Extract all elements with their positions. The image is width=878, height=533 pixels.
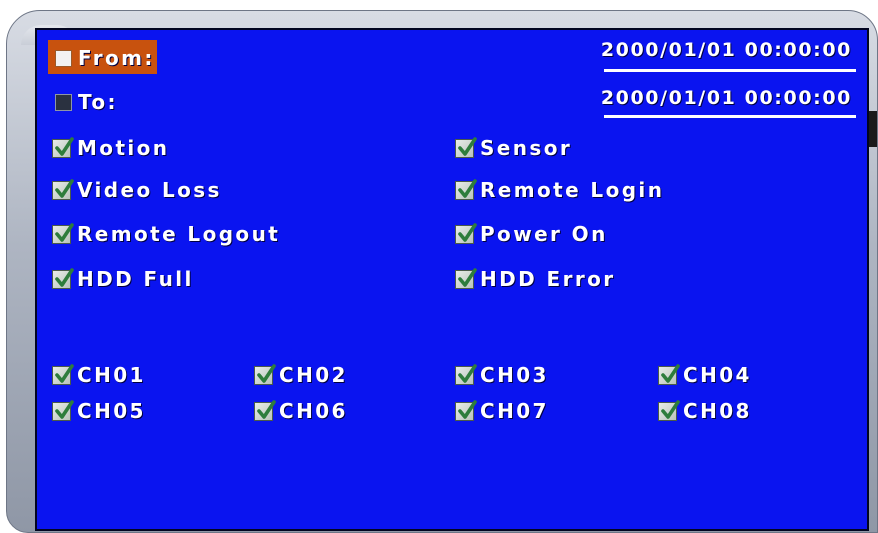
checkmark-icon	[257, 399, 276, 419]
event-remote-login-row[interactable]: Remote Login	[455, 178, 664, 202]
channel-ch05-row[interactable]: CH05	[52, 399, 146, 423]
channel-ch08-row[interactable]: CH08	[658, 399, 752, 423]
to-datetime-field[interactable]: 2000/01/01 00:00:00	[601, 86, 852, 110]
channel-ch04-checkbox[interactable]	[658, 363, 680, 385]
channel-ch03-row[interactable]: CH03	[455, 363, 549, 387]
channel-ch02-checkbox[interactable]	[254, 363, 276, 385]
event-video-loss-checkbox[interactable]	[52, 178, 74, 200]
checkmark-icon	[458, 399, 477, 419]
checkmark-icon	[458, 363, 477, 383]
from-datetime-underline	[604, 69, 856, 72]
checkmark-icon	[661, 399, 680, 419]
checkmark-icon	[55, 399, 74, 419]
channel-ch04-row[interactable]: CH04	[658, 363, 752, 387]
channel-ch03-label: CH03	[480, 363, 549, 387]
event-motion-row[interactable]: Motion	[52, 136, 169, 160]
event-hdd-error-label: HDD Error	[480, 267, 616, 291]
checkmark-icon	[458, 136, 477, 156]
event-motion-checkbox[interactable]	[52, 136, 74, 158]
event-remote-logout-label: Remote Logout	[77, 222, 281, 246]
checkmark-icon	[661, 363, 680, 383]
channel-ch06-checkbox[interactable]	[254, 399, 276, 421]
from-label: From:	[78, 46, 155, 70]
event-hdd-full-checkbox[interactable]	[52, 267, 74, 289]
event-remote-logout-checkbox[interactable]	[52, 222, 74, 244]
channel-ch06-row[interactable]: CH06	[254, 399, 348, 423]
channel-ch07-checkbox[interactable]	[455, 399, 477, 421]
checkmark-icon	[458, 267, 477, 287]
event-remote-login-label: Remote Login	[480, 178, 665, 202]
event-motion-label: Motion	[77, 136, 170, 160]
event-video-loss-label: Video Loss	[77, 178, 222, 202]
checkmark-icon	[55, 178, 74, 198]
event-remote-logout-row[interactable]: Remote Logout	[52, 222, 280, 246]
to-checkbox-row[interactable]: To:	[55, 90, 118, 114]
event-hdd-full-row[interactable]: HDD Full	[52, 267, 194, 291]
checkmark-icon	[55, 222, 74, 242]
from-datetime-field[interactable]: 2000/01/01 00:00:00	[601, 38, 852, 62]
from-checkbox-row[interactable]: From:	[55, 46, 155, 70]
channel-ch02-row[interactable]: CH02	[254, 363, 348, 387]
channel-ch07-label: CH07	[480, 399, 549, 423]
event-hdd-error-row[interactable]: HDD Error	[455, 267, 616, 291]
event-remote-login-checkbox[interactable]	[455, 178, 477, 200]
channel-ch07-row[interactable]: CH07	[455, 399, 549, 423]
to-checkbox[interactable]	[55, 93, 72, 111]
channel-ch01-checkbox[interactable]	[52, 363, 74, 385]
channel-ch06-label: CH06	[279, 399, 348, 423]
checkmark-icon	[458, 178, 477, 198]
from-checkbox[interactable]	[55, 49, 72, 67]
channel-ch05-checkbox[interactable]	[52, 399, 74, 421]
channel-ch08-label: CH08	[683, 399, 752, 423]
event-hdd-full-label: HDD Full	[77, 267, 194, 291]
event-hdd-error-checkbox[interactable]	[455, 267, 477, 289]
channel-ch08-checkbox[interactable]	[658, 399, 680, 421]
checkmark-icon	[257, 363, 276, 383]
to-datetime-underline	[604, 115, 856, 118]
channel-ch01-label: CH01	[77, 363, 146, 387]
checkmark-icon	[55, 136, 74, 156]
event-sensor-checkbox[interactable]	[455, 136, 477, 158]
channel-ch04-label: CH04	[683, 363, 752, 387]
channel-ch02-label: CH02	[279, 363, 348, 387]
checkmark-icon	[55, 267, 74, 287]
event-video-loss-row[interactable]: Video Loss	[52, 178, 222, 202]
channel-ch03-checkbox[interactable]	[455, 363, 477, 385]
event-power-on-checkbox[interactable]	[455, 222, 477, 244]
checkmark-icon	[458, 222, 477, 242]
event-sensor-row[interactable]: Sensor	[455, 136, 572, 160]
channel-ch01-row[interactable]: CH01	[52, 363, 146, 387]
event-sensor-label: Sensor	[480, 136, 573, 160]
to-label: To:	[78, 90, 118, 114]
event-power-on-row[interactable]: Power On	[455, 222, 608, 246]
channel-ch05-label: CH05	[77, 399, 146, 423]
checkmark-icon	[55, 363, 74, 383]
event-power-on-label: Power On	[480, 222, 608, 246]
